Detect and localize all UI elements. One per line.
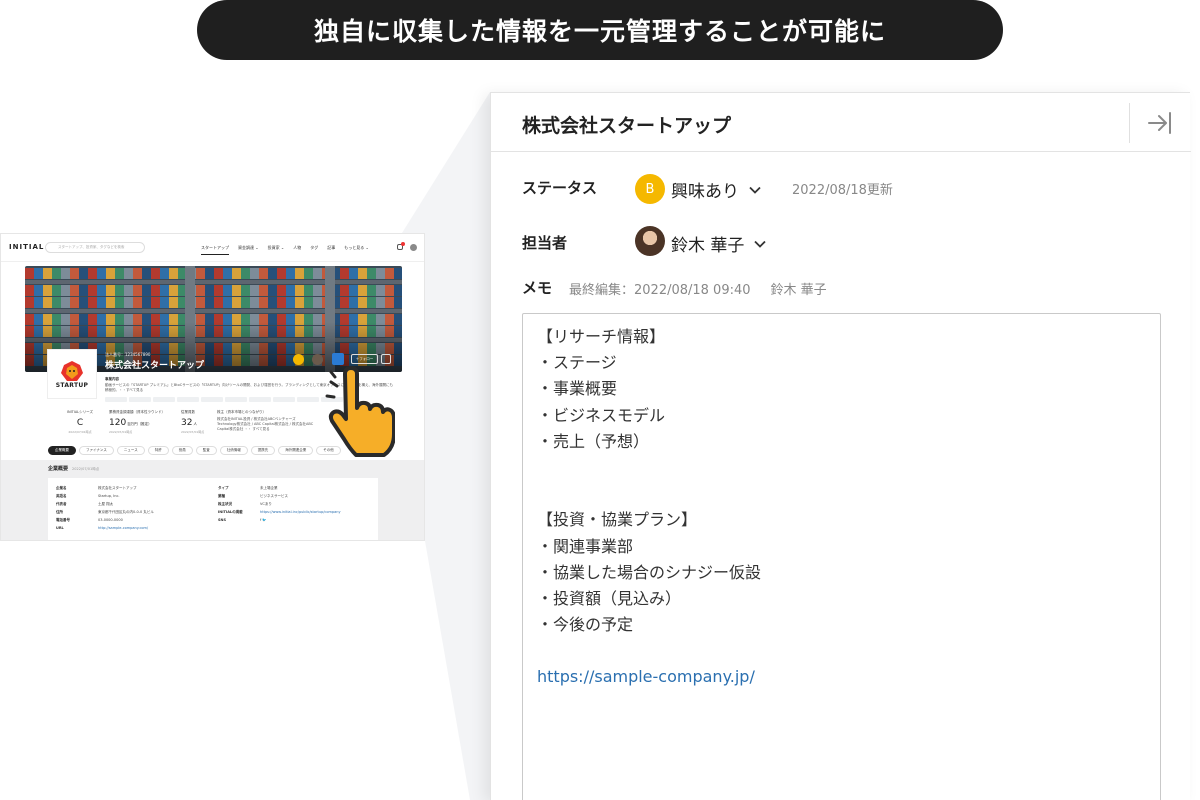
header-divider bbox=[1129, 103, 1130, 143]
mini-company-logo: STARTUP bbox=[47, 349, 97, 399]
mini-nav-item: タグ bbox=[310, 245, 319, 250]
mini-status-badge bbox=[293, 354, 304, 365]
mini-company-name: 株式会社スタートアップ bbox=[105, 361, 205, 371]
mini-search-input: スタートアップ、投資家、タグなどを検索 bbox=[45, 242, 145, 253]
mini-field: URL http://sample-company.com/ bbox=[56, 526, 149, 530]
mini-stat: 株主（資本市場とのつながり） 株式会社INITIAL投資 / 株式会社ABCベン… bbox=[217, 410, 313, 432]
mini-field: 電話番号 03-0000-0000 bbox=[56, 518, 123, 522]
mini-field: タイプ 未上場企業 bbox=[218, 486, 278, 490]
mini-field: 代表者 土屋 翔太 bbox=[56, 502, 114, 506]
pointing-hand-icon bbox=[325, 366, 395, 457]
mini-avatar bbox=[410, 244, 417, 251]
memo-line: ・ステージ bbox=[537, 353, 617, 373]
mini-bell-icon bbox=[397, 242, 405, 250]
mini-nav-item: 人物 bbox=[293, 245, 302, 250]
memo-textarea[interactable]: 【リサーチ情報】 ・ステージ ・事業概要 ・ビジネスモデル ・売上（予想） 【投… bbox=[522, 313, 1161, 800]
mini-nav-item: 記事 bbox=[327, 245, 336, 250]
mini-field: SNS f 🐦 bbox=[218, 518, 267, 522]
mini-tab: 監査 bbox=[195, 446, 217, 455]
memo-line: ・事業概要 bbox=[537, 379, 618, 399]
mini-memo-button bbox=[332, 353, 344, 365]
memo-last-edited: 最終編集：2022/08/18 09:40 bbox=[569, 283, 751, 298]
mini-logo: INITIAL bbox=[9, 243, 45, 251]
status-label: ステータス bbox=[522, 179, 598, 197]
mini-tab: 役員 bbox=[171, 446, 193, 455]
mini-follow-button: ＋フォロー bbox=[351, 354, 378, 364]
memo-label: メモ bbox=[522, 279, 553, 297]
memo-line: ・今後の予定 bbox=[537, 615, 634, 635]
mini-assignee-avatar bbox=[312, 354, 323, 365]
mini-overview-card: 企業名 株式会社スタートアップ 英語名 Startup, Inc. 代表者 土屋 翔太… bbox=[48, 478, 378, 540]
memo-line bbox=[537, 481, 1146, 507]
chevron-down-icon bbox=[754, 240, 767, 248]
mini-tag-list bbox=[105, 397, 343, 402]
mini-field: 株主状況 VCあり bbox=[218, 502, 272, 506]
lion-logo-icon bbox=[61, 360, 83, 381]
mini-more-button bbox=[381, 354, 391, 364]
mini-nav-item: もっと見る ⌄ bbox=[344, 245, 369, 250]
memo-line: ・協業した場合のシナジー仮設 bbox=[537, 562, 762, 582]
memo-line: 【投資・協業プラン】 bbox=[537, 510, 698, 530]
mini-tab: 社債情報 bbox=[219, 446, 248, 455]
panel-header: 株式会社スタートアップ bbox=[491, 93, 1191, 152]
memo-line bbox=[537, 638, 1146, 664]
memo-line: ・投資額（見込み） bbox=[537, 588, 682, 608]
mini-stat: 従業員数 32人 2022/07/01時点 bbox=[181, 410, 204, 434]
status-badge: B bbox=[635, 174, 665, 204]
page: 独自に収集した情報を一元管理することが可能に INITIAL スタートアップ、投… bbox=[0, 0, 1200, 800]
assignee-label: 担当者 bbox=[522, 234, 568, 252]
memo-meta: 最終編集：2022/08/18 09:40 鈴木 華子 bbox=[569, 279, 827, 298]
assignee-avatar bbox=[635, 226, 665, 256]
mini-stat-value: 120百万円（推定） bbox=[109, 418, 152, 428]
chevron-down-icon bbox=[749, 186, 761, 194]
mini-stat: 累積資金調達額（資本性ラウンド） 120百万円（推定） 2022/07/01時点 bbox=[109, 410, 165, 434]
mini-nav-items: スタートアップ 資金調達 ⌄ 投資家 ⌄ 人物 タグ 記事 もっと見る ⌄ bbox=[201, 245, 369, 255]
memo-line: ・ビジネスモデル bbox=[537, 405, 666, 425]
mini-stat-line: Capital株式会社 ・・ すべて見る bbox=[217, 427, 270, 431]
memo-line: ・売上（予想） bbox=[537, 431, 650, 451]
mini-field: 英語名 Startup, Inc. bbox=[56, 494, 120, 498]
mini-logo-text: STARTUP bbox=[55, 381, 89, 389]
mini-nav-item: スタートアップ bbox=[201, 245, 229, 255]
status-dropdown[interactable]: 興味あり bbox=[671, 177, 761, 202]
memo-editor: 鈴木 華子 bbox=[770, 283, 827, 298]
mini-stat-date: 2022/07/01時点 bbox=[68, 430, 92, 434]
mini-stat-value: C bbox=[76, 418, 84, 428]
assignee-name: 鈴木 華子 bbox=[671, 236, 745, 256]
mini-overview-title: 企業概要 2022/07/01時点 bbox=[48, 466, 100, 472]
mini-tab: ニュース bbox=[116, 446, 145, 455]
mini-tab: 海外関連企業 bbox=[278, 446, 314, 455]
status-updated-date: 2022/08/18更新 bbox=[792, 183, 893, 198]
mini-tab: 提携先 bbox=[250, 446, 276, 455]
mini-nav-item: 投資家 ⌄ bbox=[267, 245, 285, 250]
mini-field: 住所 東京都千代田区丸の内0-0-0 丸ビル bbox=[56, 510, 154, 514]
collapse-right-icon[interactable] bbox=[1146, 109, 1174, 137]
mini-field: 企業名 株式会社スタートアップ bbox=[56, 486, 137, 490]
company-side-panel: 株式会社スタートアップ ステータス B 興味あり 2022/08/18更新 担当… bbox=[490, 92, 1191, 800]
memo-line: ・関連事業部 bbox=[537, 536, 634, 556]
mini-tab: 企業概要 bbox=[48, 446, 76, 455]
mini-stat-label: 従業員数 bbox=[181, 410, 195, 414]
mini-nav-item: 資金調達 ⌄ bbox=[238, 245, 259, 250]
mini-stat-label: 株主（資本市場とのつながり） bbox=[217, 410, 266, 414]
mini-field: 業種 ビジネスサービス bbox=[218, 494, 288, 498]
memo-line bbox=[537, 455, 1146, 481]
headline-banner: 独自に収集した情報を一元管理することが可能に bbox=[197, 0, 1003, 60]
memo-link[interactable]: https://sample-company.jp/ bbox=[537, 664, 1146, 690]
mini-stat-date: 2022/07/01時点 bbox=[181, 430, 205, 434]
mini-stat-date: 2022/07/01時点 bbox=[109, 430, 133, 434]
mini-navbar: INITIAL スタートアップ、投資家、タグなどを検索 スタートアップ 資金調達… bbox=[1, 234, 424, 262]
mini-stat-value: 32人 bbox=[181, 418, 197, 428]
status-value: 興味あり bbox=[671, 182, 739, 202]
panel-title: 株式会社スタートアップ bbox=[522, 115, 732, 137]
mini-tabs: 企業概要 ファイナンス ニュース 特許 役員 監査 社債情報 提携先 海外関連企… bbox=[48, 446, 341, 455]
mini-tab: ファイナンス bbox=[79, 446, 114, 455]
mini-stat-label: 累積資金調達額（資本性ラウンド） bbox=[109, 410, 165, 414]
mini-stat: INITIALシリーズ C 2022/07/01時点 bbox=[53, 410, 107, 434]
assignee-dropdown[interactable]: 鈴木 華子 bbox=[671, 231, 767, 256]
mini-tab: 特許 bbox=[147, 446, 169, 455]
memo-line: 【リサーチ情報】 bbox=[537, 327, 666, 346]
mini-stat-label: INITIALシリーズ bbox=[66, 410, 94, 414]
mini-field: INITIALの掲載 https://www.initial.inc/public… bbox=[218, 510, 341, 514]
